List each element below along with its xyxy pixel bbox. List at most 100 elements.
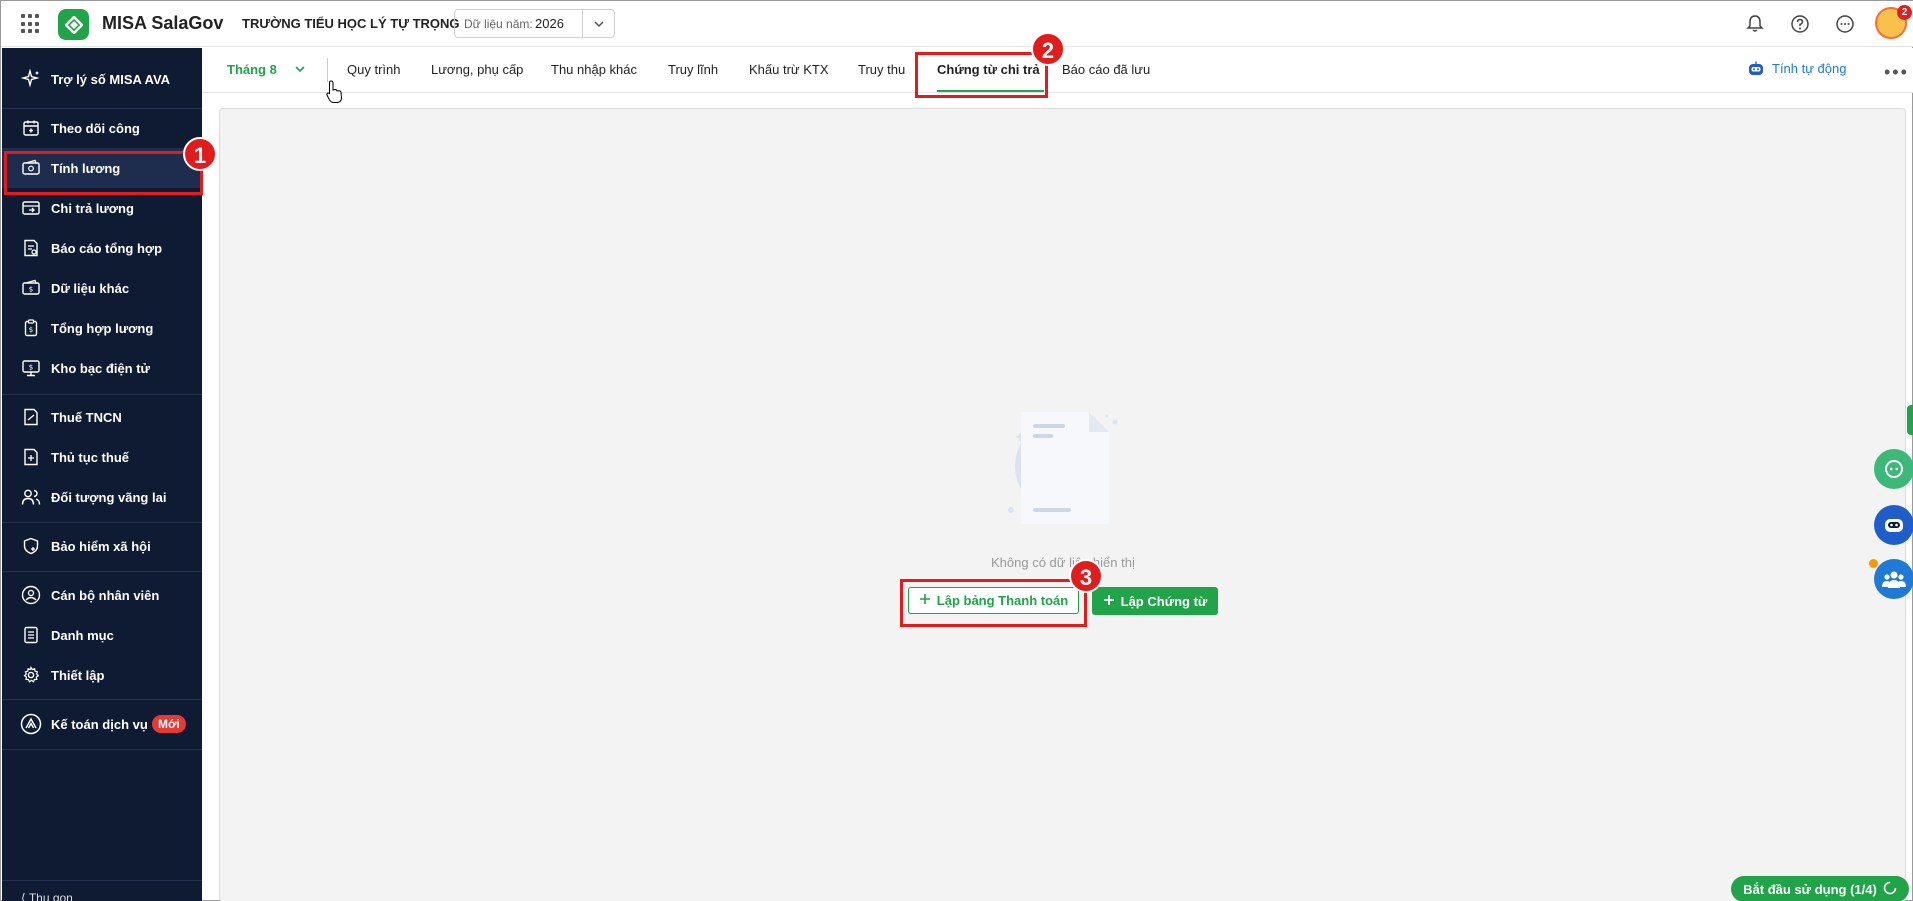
chatbot-icon[interactable]: [1874, 449, 1913, 489]
tab-other-income[interactable]: Thu nhập khác: [551, 62, 637, 77]
sidebar-item-label: Kế toán dịch vụ: [51, 716, 148, 732]
auto-calc-link[interactable]: Tính tự động: [1772, 61, 1846, 76]
tab-saved-reports[interactable]: Báo cáo đã lưu: [1062, 62, 1150, 77]
month-select[interactable]: Tháng 8: [227, 62, 277, 77]
svg-text:$: $: [29, 286, 33, 294]
highlight-box-1: [4, 151, 203, 195]
plus-icon: [1103, 594, 1115, 609]
svg-text:$: $: [29, 364, 33, 372]
year-value: 2026: [535, 16, 564, 31]
collapse-arrow-icon: ⟨: [21, 891, 29, 901]
shield-icon: [20, 535, 42, 557]
sidebar-item-label: Trợ lý số MISA AVA: [51, 71, 171, 87]
assistant-robot-icon[interactable]: [1874, 505, 1913, 545]
school-name: TRƯỜNG TIỂU HỌC LÝ TỰ TRỌNG: [242, 16, 460, 31]
divider: [2, 522, 202, 523]
list-icon: [20, 624, 42, 646]
create-voucher-button[interactable]: Lập Chứng từ: [1092, 587, 1218, 615]
start-label: Bắt đầu sử dụng (1/4): [1743, 881, 1877, 897]
sparkle-icon: [20, 68, 42, 90]
highlight-box-2: [915, 52, 1048, 98]
sidebar-item-pit[interactable]: Thuế TNCN: [2, 397, 202, 437]
sidebar-item-label: Chi trả lương: [51, 200, 134, 216]
tab-process[interactable]: Quy trình: [347, 62, 400, 77]
sidebar-item-treasury[interactable]: $ Kho bạc điện tử: [2, 348, 202, 388]
sidebar-item-label: Tổng hợp lương: [51, 320, 154, 336]
highlight-box-3: [900, 579, 1087, 627]
divider: [2, 571, 202, 572]
top-header: MISA SalaGov TRƯỜNG TIỂU HỌC LÝ TỰ TRỌNG…: [1, 1, 1913, 47]
report-icon: [20, 237, 42, 259]
sidebar-collapse[interactable]: ⟨ Thu gọn: [21, 891, 73, 901]
sidebar-item-other-data[interactable]: $ Dữ liệu khác: [2, 268, 202, 308]
tab-recovery[interactable]: Truy thu: [858, 62, 905, 77]
sidebar-item-label: Thuế TNCN: [51, 409, 122, 425]
sidebar-item-label: Theo dõi công: [51, 120, 140, 136]
more-options-icon[interactable]: •••: [1884, 62, 1909, 83]
progress-ring-icon: [1883, 881, 1897, 898]
sidebar-item-settings[interactable]: Thiết lập: [2, 655, 202, 695]
treasury-icon: $: [20, 357, 42, 379]
empty-state-text: Không có dữ liệu hiển thị: [991, 555, 1135, 570]
pay-icon: [20, 197, 42, 219]
robot-icon: [1747, 60, 1765, 78]
divider: [2, 394, 202, 395]
status-dot: [1869, 559, 1878, 568]
mouse-cursor-icon: [326, 80, 344, 107]
button-label: Lập Chứng từ: [1120, 593, 1208, 609]
sidebar-item-ava[interactable]: Trợ lý số MISA AVA: [2, 59, 202, 99]
gear-icon: [20, 664, 42, 686]
sidebar-item-label: Thiết lập: [51, 667, 105, 683]
sidebar-item-tax-procedure[interactable]: Thủ tục thuế: [2, 437, 202, 477]
notification-badge: 2: [1897, 5, 1912, 20]
sidebar-item-label: Bảo hiểm xã hội: [51, 538, 151, 554]
sidebar-item-label: Cán bộ nhân viên: [51, 587, 160, 603]
start-guide-button[interactable]: Bắt đầu sử dụng (1/4): [1731, 876, 1909, 901]
sidebar-item-salary-summary[interactable]: $ Tổng hợp lương: [2, 308, 202, 348]
tab-arrears[interactable]: Truy lĩnh: [668, 62, 718, 77]
people-icon: [20, 486, 42, 508]
calendar-icon: [20, 117, 42, 139]
chevron-down-icon[interactable]: [292, 61, 308, 77]
sidebar-item-visitors[interactable]: Đối tượng vãng lai: [2, 477, 202, 517]
sidebar-item-label: Kho bạc điện tử: [51, 360, 150, 376]
tab-dormitory-deduction[interactable]: Khấu trừ KTX: [749, 62, 829, 77]
sidebar-item-label: Danh mục: [51, 627, 114, 643]
accounting-icon: [20, 713, 42, 735]
sidebar-item-summary-report[interactable]: Báo cáo tổng hợp: [2, 228, 202, 268]
collapse-label: Thu gọn: [28, 891, 73, 901]
divider: [2, 749, 202, 750]
sidebar-item-label: Đối tượng vãng lai: [51, 489, 167, 505]
community-icon[interactable]: [1874, 559, 1913, 599]
divider: [327, 58, 328, 82]
divider: [2, 880, 202, 881]
year-select[interactable]: Dữ liệu năm: 2026: [454, 9, 615, 38]
tab-salary-allowance[interactable]: Lương, phụ cấp: [431, 62, 523, 77]
step-marker-1: 1: [183, 137, 217, 171]
sidebar-item-attendance[interactable]: Theo dõi công: [2, 108, 202, 148]
sidebar-item-label: Dữ liệu khác: [51, 280, 130, 296]
misa-logo-icon: [58, 9, 89, 40]
apps-grid-icon[interactable]: [21, 14, 41, 34]
chat-more-icon[interactable]: [1833, 12, 1857, 36]
sidebar-item-label: Thủ tục thuế: [51, 449, 129, 465]
app-title: MISA SalaGov: [102, 13, 224, 33]
sidebar-item-catalog[interactable]: Danh mục: [2, 615, 202, 655]
sidebar-item-accounting-service[interactable]: Kế toán dịch vụ Mới: [2, 704, 202, 744]
side-handle[interactable]: [1907, 405, 1913, 435]
empty-document-icon: [1003, 410, 1123, 528]
sidebar-item-label: Báo cáo tổng hợp: [51, 240, 163, 256]
chevron-down-icon[interactable]: [582, 10, 614, 37]
bell-icon[interactable]: [1743, 12, 1767, 36]
tax-icon: [20, 406, 42, 428]
help-icon[interactable]: [1788, 12, 1812, 36]
sidebar-item-social-insurance[interactable]: Bảo hiểm xã hội: [2, 526, 202, 566]
data-icon: $: [20, 277, 42, 299]
new-badge: Mới: [152, 715, 186, 733]
summary-icon: $: [20, 317, 42, 339]
divider: [2, 699, 202, 700]
svg-text:$: $: [29, 326, 33, 334]
sidebar-item-staff[interactable]: Cán bộ nhân viên: [2, 575, 202, 615]
year-label: Dữ liệu năm:: [464, 17, 533, 31]
tax-procedure-icon: [20, 446, 42, 468]
